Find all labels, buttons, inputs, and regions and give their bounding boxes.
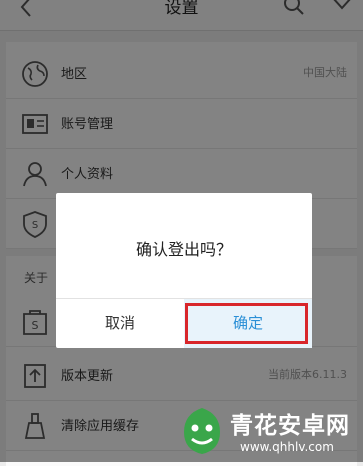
confirm-highlight-box — [185, 303, 308, 344]
cancel-button[interactable]: 取消 — [56, 299, 184, 348]
watermark-url: www.qhhlv.com — [240, 440, 334, 454]
dialog-message: 确认登出吗？ — [135, 240, 232, 259]
watermark: 青花安卓网 www.qhhlv.com — [178, 404, 360, 460]
watermark-name: 青花安卓网 — [230, 413, 350, 439]
leaf-logo-icon — [184, 408, 220, 454]
